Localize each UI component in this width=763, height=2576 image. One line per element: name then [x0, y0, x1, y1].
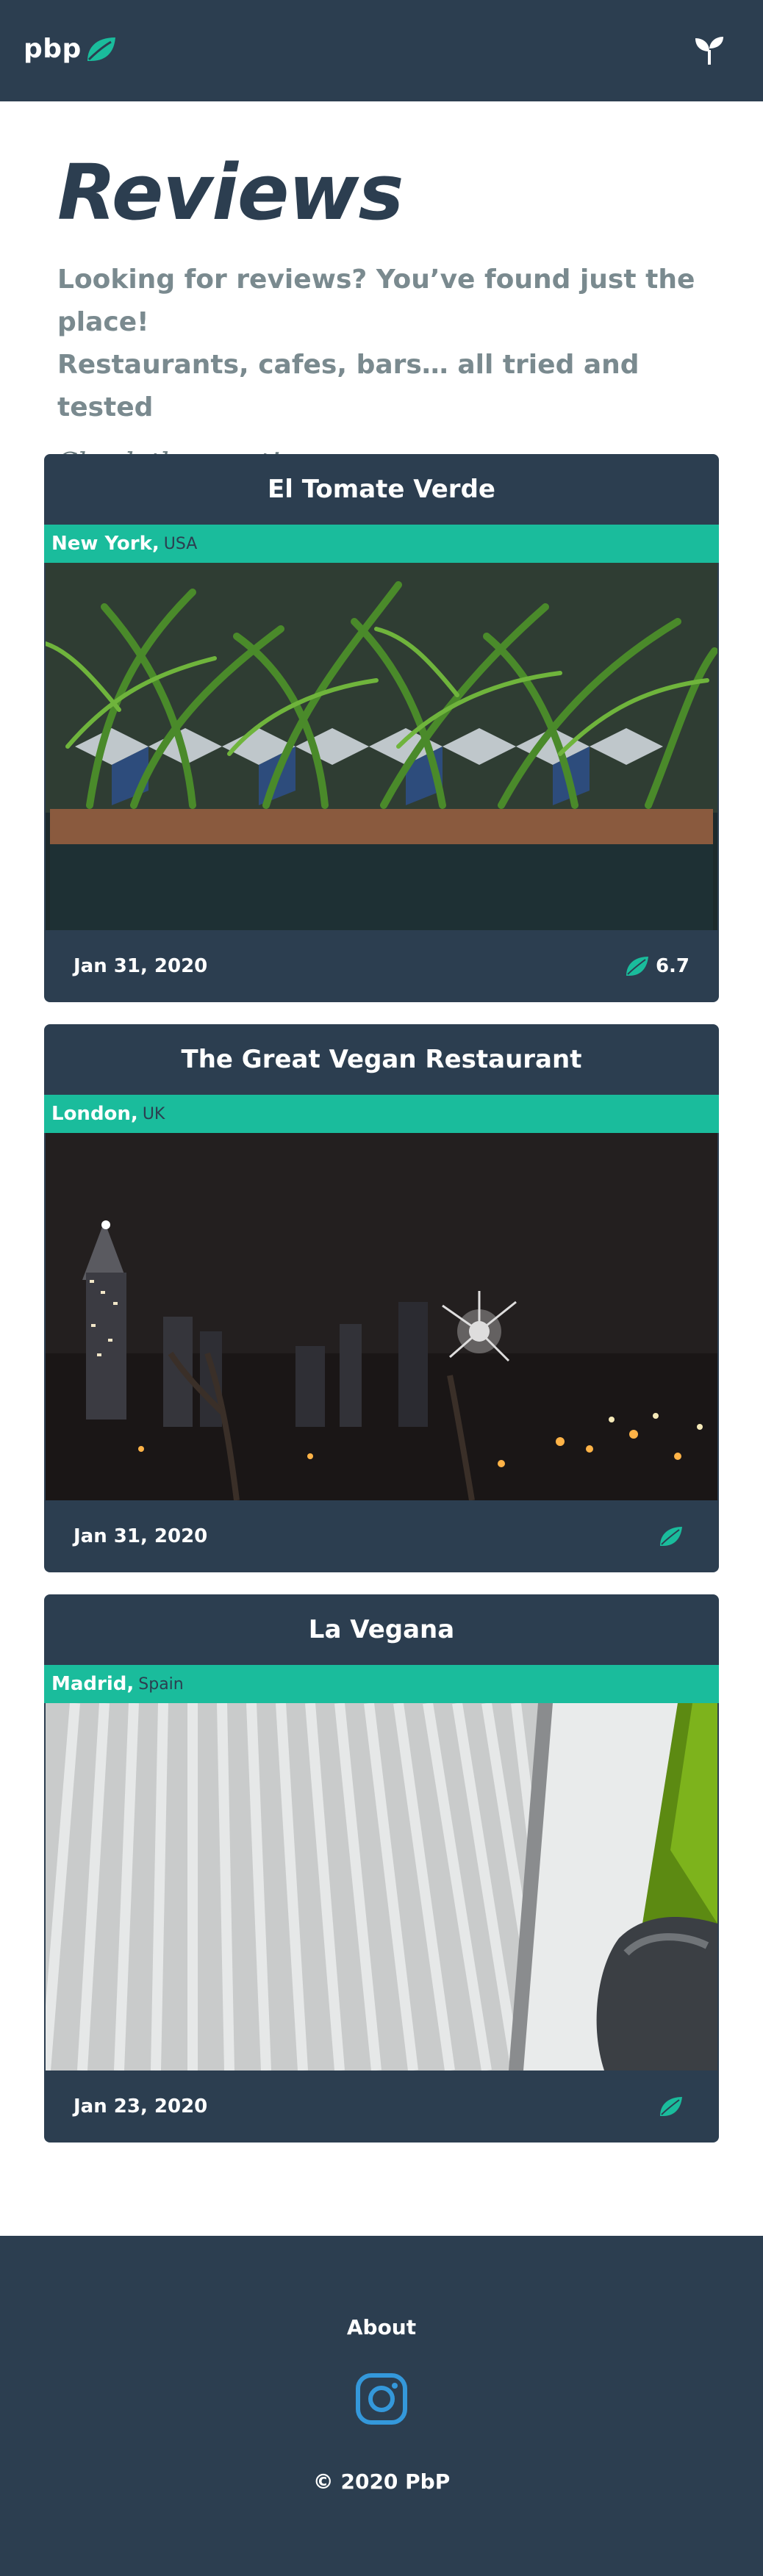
review-date: Jan 31, 2020 — [74, 1525, 208, 1547]
review-country: UK — [142, 1104, 165, 1123]
review-rating — [659, 2095, 689, 2118]
review-city: Madrid, — [51, 1673, 135, 1695]
review-location: London, UK — [44, 1095, 719, 1133]
plants-photo — [46, 563, 717, 930]
leaf-icon — [87, 37, 115, 61]
blinds-photo — [46, 1703, 717, 2070]
review-rating — [659, 1525, 689, 1547]
lead-line-2: Restaurants, cafes, bars… all tried and … — [57, 350, 640, 422]
review-title: The Great Vegan Restaurant — [181, 1045, 582, 1074]
review-city: New York, — [51, 533, 160, 555]
lead-text: Looking for reviews? You’ve found just t… — [57, 259, 719, 429]
instagram-icon[interactable] — [355, 2372, 408, 2425]
navbar: pbp — [0, 0, 763, 101]
hero: Reviews Looking for reviews? You’ve foun… — [57, 148, 719, 478]
review-footer: Jan 23, 2020 — [44, 2070, 719, 2143]
footer: About © 2020 PbP — [0, 2236, 763, 2576]
review-card[interactable]: La Vegana Madrid, Spain Jan 23, 2020 — [44, 1594, 719, 2143]
review-title: La Vegana — [308, 1615, 455, 1644]
review-card[interactable]: El Tomate Verde New York, USA Jan 31, 20… — [44, 454, 719, 1002]
review-rating: 6.7 — [625, 955, 689, 977]
leaf-icon — [660, 1527, 682, 1546]
review-footer: Jan 31, 2020 6.7 — [44, 930, 719, 1002]
review-card[interactable]: The Great Vegan Restaurant London, UK Ja… — [44, 1024, 719, 1572]
review-city: London, — [51, 1103, 138, 1125]
review-date: Jan 23, 2020 — [74, 2095, 208, 2118]
review-footer: Jan 31, 2020 — [44, 1500, 719, 1572]
review-title: El Tomate Verde — [268, 475, 495, 504]
rating-value: 6.7 — [655, 955, 689, 977]
review-country: Spain — [138, 1674, 184, 1694]
review-image[interactable] — [46, 1133, 717, 1500]
review-location: Madrid, Spain — [44, 1665, 719, 1703]
review-image[interactable] — [46, 563, 717, 930]
leaf-icon — [660, 2097, 682, 2116]
brand-link[interactable]: pbp — [24, 34, 117, 64]
copyright: © 2020 PbP — [312, 2469, 451, 2494]
review-country: USA — [163, 534, 198, 553]
review-date: Jan 31, 2020 — [74, 955, 208, 977]
review-image[interactable] — [46, 1703, 717, 2070]
review-location: New York, USA — [44, 525, 719, 563]
about-link[interactable]: About — [0, 2315, 763, 2339]
lead-line-1: Looking for reviews? You’ve found just t… — [57, 265, 695, 337]
leaf-icon — [626, 957, 648, 976]
brand-name: pbp — [24, 34, 82, 64]
city-fireworks-photo — [46, 1133, 717, 1500]
page-title: Reviews — [57, 148, 404, 237]
sprout-icon[interactable] — [694, 35, 725, 66]
